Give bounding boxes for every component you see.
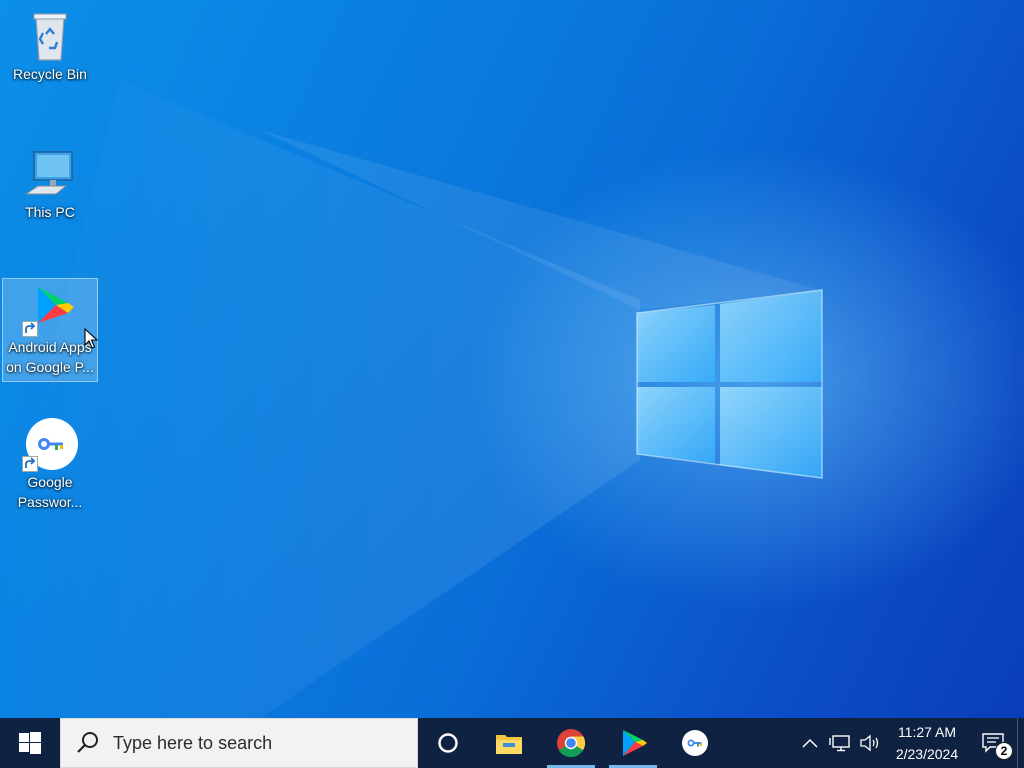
recycle-bin-icon xyxy=(22,8,78,64)
shortcut-arrow-icon xyxy=(22,321,38,337)
taskbar-google-passwords[interactable] xyxy=(664,718,726,768)
action-center-button[interactable]: 2 xyxy=(969,718,1017,768)
start-button[interactable] xyxy=(0,718,60,768)
desktop-icon-label: This PC xyxy=(25,204,75,220)
desktop[interactable]: Recycle Bin This PC Android Apps on Goog… xyxy=(0,0,1024,718)
desktop-icon-this-pc[interactable]: This PC xyxy=(2,144,98,222)
windows-logo xyxy=(636,289,823,479)
google-password-manager-icon xyxy=(682,730,708,756)
search-icon xyxy=(77,732,98,753)
show-desktop-button[interactable] xyxy=(1017,718,1024,768)
volume-button[interactable] xyxy=(855,718,885,768)
desktop-icon-label: Android Apps on Google P... xyxy=(6,339,94,375)
search-input[interactable] xyxy=(111,731,405,755)
cortana-icon xyxy=(438,733,458,753)
clock-date: 2/23/2024 xyxy=(895,746,959,762)
google-password-manager-icon xyxy=(22,416,78,472)
show-hidden-icons-button[interactable] xyxy=(795,718,825,768)
system-tray: 11:27 AM 2/23/2024 2 xyxy=(795,718,1024,768)
network-icon xyxy=(829,735,850,752)
file-explorer-icon xyxy=(496,735,522,754)
cortana-button[interactable] xyxy=(418,718,478,768)
clock-time: 11:27 AM xyxy=(897,724,957,740)
mouse-cursor-icon xyxy=(84,328,98,349)
desktop-icon-label: Recycle Bin xyxy=(13,66,87,82)
shortcut-arrow-icon xyxy=(22,456,38,472)
google-play-icon xyxy=(623,730,647,756)
google-play-icon xyxy=(22,281,78,337)
speaker-icon xyxy=(860,734,879,752)
taskbar: 11:27 AM 2/23/2024 2 xyxy=(0,718,1024,768)
chrome-icon xyxy=(557,729,586,758)
windows-wallpaper xyxy=(0,80,823,718)
taskbar-clock[interactable]: 11:27 AM 2/23/2024 xyxy=(885,718,969,768)
taskbar-search-box[interactable] xyxy=(60,718,418,768)
network-button[interactable] xyxy=(825,718,855,768)
notification-count-badge: 2 xyxy=(995,742,1013,760)
chevron-up-icon xyxy=(802,738,818,748)
taskbar-file-explorer[interactable] xyxy=(478,718,540,768)
windows-start-icon xyxy=(19,732,41,754)
taskbar-google-play[interactable] xyxy=(602,718,664,768)
taskbar-chrome[interactable] xyxy=(540,718,602,768)
desktop-icon-label: Google Passwor... xyxy=(17,474,83,510)
computer-icon xyxy=(22,146,78,202)
desktop-icon-recycle-bin[interactable]: Recycle Bin xyxy=(2,6,98,84)
desktop-icon-google-passwords[interactable]: Google Passwor... xyxy=(2,414,98,512)
